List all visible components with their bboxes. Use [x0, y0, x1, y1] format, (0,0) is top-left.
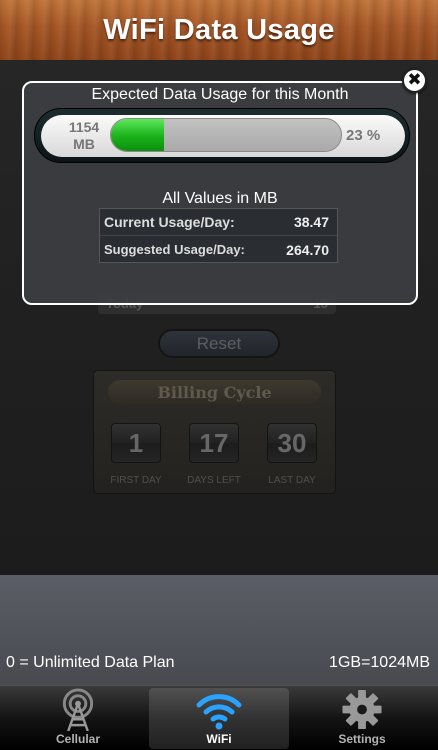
last-day-label: LAST DAY	[268, 475, 316, 486]
header-bar: WiFi Data Usage	[0, 0, 438, 60]
usage-modal: Expected Data Usage for this Month 1154 …	[22, 81, 418, 305]
days-left-label: DAYS LEFT	[187, 475, 241, 486]
page-title: WiFi Data Usage	[103, 13, 335, 46]
tab-settings-label: Settings	[338, 732, 386, 746]
suggested-usage-value: 264.70	[286, 241, 329, 258]
wifi-icon	[196, 694, 242, 730]
suggested-usage-label: Suggested Usage/Day:	[104, 242, 245, 257]
tab-wifi-label: WiFi	[206, 732, 232, 746]
cell-tower-icon	[62, 688, 94, 731]
footer-notes: 0 = Unlimited Data Plan 1GB=1024MB	[0, 575, 438, 685]
unlimited-plan-note: 0 = Unlimited Data Plan	[6, 654, 175, 671]
progress-track	[110, 118, 342, 152]
usage-percent: 23 %	[346, 127, 381, 144]
total-usage-value: 1154	[68, 119, 100, 135]
days-left-counter: 17	[189, 423, 239, 463]
progress-frame: 1154 MB 23 %	[41, 115, 405, 157]
last-day-counter[interactable]: 30	[267, 423, 317, 463]
suggested-usage-row: Suggested Usage/Day: 264.70	[100, 236, 337, 263]
total-usage-unit: MB	[73, 136, 95, 152]
tab-cellular-label: Cellular	[55, 732, 100, 746]
tab-settings[interactable]: Settings	[292, 688, 432, 749]
current-usage-label: Current Usage/Day:	[104, 214, 235, 230]
billing-cycle-panel: Billing Cycle 1 17 30 FIRST DAY DAYS LEF…	[93, 370, 336, 494]
usage-stats-table: Current Usage/Day: 38.47 Suggested Usage…	[99, 208, 338, 263]
progress-fill	[111, 119, 164, 151]
tab-cellular[interactable]: Cellular	[8, 688, 148, 749]
current-usage-value: 38.47	[293, 214, 329, 230]
billing-cycle-title: Billing Cycle	[108, 380, 321, 404]
first-day-counter[interactable]: 1	[111, 423, 161, 463]
reset-button[interactable]: Reset	[158, 329, 280, 358]
tab-wifi[interactable]: WiFi	[149, 688, 289, 749]
gb-conversion-note: 1GB=1024MB	[329, 654, 430, 671]
usage-progress-bar: 1154 MB 23 %	[34, 108, 410, 163]
close-icon[interactable]: ✖	[402, 68, 427, 93]
modal-title: Expected Data Usage for this Month	[91, 86, 349, 103]
total-usage-label: 1154 MB	[64, 119, 104, 153]
current-usage-row: Current Usage/Day: 38.47	[100, 209, 337, 236]
gear-icon	[342, 689, 382, 730]
first-day-label: FIRST DAY	[110, 475, 162, 486]
units-label: All Values in MB	[162, 190, 278, 207]
tab-bar: Cellular WiFi Settings	[0, 685, 438, 750]
